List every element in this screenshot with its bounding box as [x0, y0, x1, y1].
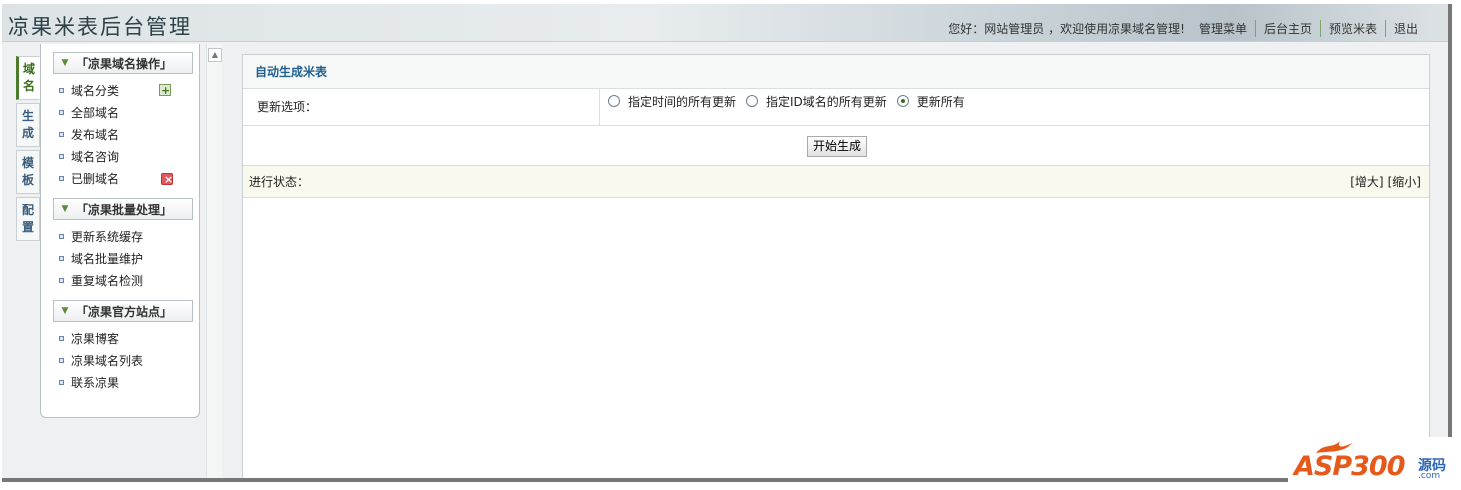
bullet-icon	[59, 358, 64, 363]
bullet-icon	[59, 278, 64, 283]
zoom-controls: [增大] [缩小]	[1350, 173, 1421, 190]
sidebar-item-label: 域名分类	[71, 84, 120, 98]
action-row: 开始生成	[243, 126, 1429, 166]
watermark-brand: ASP300	[1294, 451, 1405, 482]
scrollbar[interactable]: ▲	[206, 44, 222, 478]
vertical-tabs: 域名 生成 模板 配置	[16, 56, 40, 244]
group-title: 「凉果官方站点」	[76, 304, 173, 319]
main-panel: 自动生成米表 更新选项： 指定时间的所有更新 指定ID域名的所有更新 更新所有 …	[242, 54, 1430, 478]
app-title: 凉果米表后台管理	[8, 15, 192, 39]
sidebar-item-all-domains[interactable]: 全部域名	[41, 102, 199, 124]
sidebar-item-update-cache[interactable]: 更新系统缓存	[41, 226, 199, 248]
sidebar-item-label: 全部域名	[71, 106, 120, 120]
radio-circle[interactable]	[608, 95, 620, 107]
sidebar-item-duplicate-check[interactable]: 重复域名检测	[41, 270, 199, 292]
sidebar-item-contact[interactable]: 联系凉果	[41, 372, 199, 394]
group-domain-ops[interactable]: 「凉果域名操作」	[53, 52, 193, 74]
bullet-icon	[59, 256, 64, 261]
sidebar-item-label: 发布域名	[71, 128, 120, 142]
sidebar-item-label: 更新系统缓存	[71, 230, 144, 244]
bullet-icon	[59, 234, 64, 239]
page-title: 自动生成米表	[243, 55, 1429, 89]
chevron-down-icon	[54, 306, 76, 316]
tab-domain[interactable]: 域名	[16, 56, 40, 100]
nav-admin-home[interactable]: 后台主页	[1254, 20, 1320, 37]
sidebar-item-label: 联系凉果	[71, 376, 120, 390]
sidebar-item-label: 域名咨询	[71, 150, 120, 164]
add-icon[interactable]	[159, 80, 171, 102]
chevron-down-icon	[54, 58, 76, 68]
app-window: 凉果米表后台管理 您好：网站管理员 ，欢迎使用凉果域名管理! 管理菜单 后台主页…	[2, 4, 1452, 482]
welcome-text: 您好：网站管理员 ，欢迎使用凉果域名管理!	[948, 22, 1185, 36]
start-generate-button[interactable]: 开始生成	[807, 136, 868, 157]
radio-circle[interactable]	[746, 95, 759, 107]
top-nav: 您好：网站管理员 ，欢迎使用凉果域名管理! 管理菜单 后台主页 预览米表 退出	[948, 20, 1426, 37]
watermark-url: .com	[1418, 471, 1441, 481]
radio-by-id[interactable]: 指定ID域名的所有更新	[746, 93, 887, 110]
header: 凉果米表后台管理 您好：网站管理员 ，欢迎使用凉果域名管理! 管理菜单 后台主页…	[2, 4, 1448, 42]
radio-by-time[interactable]: 指定时间的所有更新	[608, 93, 736, 110]
bullet-icon	[59, 176, 64, 181]
update-options-row: 更新选项： 指定时间的所有更新 指定ID域名的所有更新 更新所有	[243, 89, 1429, 126]
radio-label: 指定时间的所有更新	[628, 94, 737, 109]
nav-manage-menu[interactable]: 管理菜单	[1191, 20, 1255, 37]
radio-circle[interactable]	[896, 95, 909, 107]
bullet-icon	[59, 380, 64, 385]
radio-label: 更新所有	[916, 94, 965, 109]
sidebar-item-label: 凉果博客	[71, 332, 120, 346]
bullet-icon	[59, 110, 64, 115]
group-items: 更新系统缓存 域名批量维护 重复域名检测	[41, 226, 199, 292]
tab-template[interactable]: 模板	[16, 150, 40, 194]
radio-update-all[interactable]: 更新所有	[896, 93, 965, 110]
scroll-up-icon[interactable]: ▲	[208, 48, 222, 62]
zoom-out-link[interactable]: [缩小]	[1388, 173, 1421, 190]
bullet-icon	[59, 132, 64, 137]
sidebar-item-batch-maintain[interactable]: 域名批量维护	[41, 248, 199, 270]
group-official-sites[interactable]: 「凉果官方站点」	[53, 300, 193, 322]
status-row: 进行状态： [增大] [缩小]	[243, 166, 1429, 198]
sidebar-item-blog[interactable]: 凉果博客	[41, 328, 199, 350]
chevron-down-icon	[54, 204, 76, 214]
bullet-icon	[59, 88, 64, 93]
nav-logout[interactable]: 退出	[1384, 20, 1426, 37]
group-title: 「凉果域名操作」	[76, 56, 173, 71]
group-title: 「凉果批量处理」	[76, 202, 173, 217]
bullet-icon	[59, 154, 64, 159]
sidebar-item-domain-category[interactable]: 域名分类	[41, 80, 199, 102]
sidebar-item-publish-domain[interactable]: 发布域名	[41, 124, 199, 146]
group-items: 域名分类 全部域名 发布域名 域名咨询 已删域名	[41, 80, 199, 191]
group-batch-ops[interactable]: 「凉果批量处理」	[53, 198, 193, 220]
sidebar-item-label: 凉果域名列表	[71, 354, 144, 368]
update-options-radios: 指定时间的所有更新 指定ID域名的所有更新 更新所有	[600, 89, 975, 113]
group-items: 凉果博客 凉果域名列表 联系凉果	[41, 328, 199, 394]
sidebar-item-label: 已删域名	[71, 172, 120, 186]
status-label: 进行状态：	[249, 175, 310, 189]
zoom-in-link[interactable]: [增大]	[1350, 173, 1383, 190]
delete-icon[interactable]	[161, 169, 173, 191]
sidebar-item-domain-inquiry[interactable]: 域名咨询	[41, 146, 199, 168]
tab-generate[interactable]: 生成	[16, 103, 40, 147]
radio-label: 指定ID域名的所有更新	[766, 94, 887, 109]
sidebar-item-domain-list[interactable]: 凉果域名列表	[41, 350, 199, 372]
sidebar-item-label: 域名批量维护	[71, 252, 144, 266]
sidebar-item-deleted-domains[interactable]: 已删域名	[41, 168, 199, 191]
watermark-logo: ASP300 源码 .com	[1288, 437, 1456, 489]
sidebar: 「凉果域名操作」 域名分类 全部域名 发布域名 域名咨询 已删域名 「凉果批	[40, 44, 200, 418]
tab-config[interactable]: 配置	[16, 197, 40, 241]
bullet-icon	[59, 336, 64, 341]
update-options-label: 更新选项：	[243, 89, 600, 125]
nav-preview-list[interactable]: 预览米表	[1319, 20, 1385, 37]
sidebar-item-label: 重复域名检测	[71, 274, 144, 288]
